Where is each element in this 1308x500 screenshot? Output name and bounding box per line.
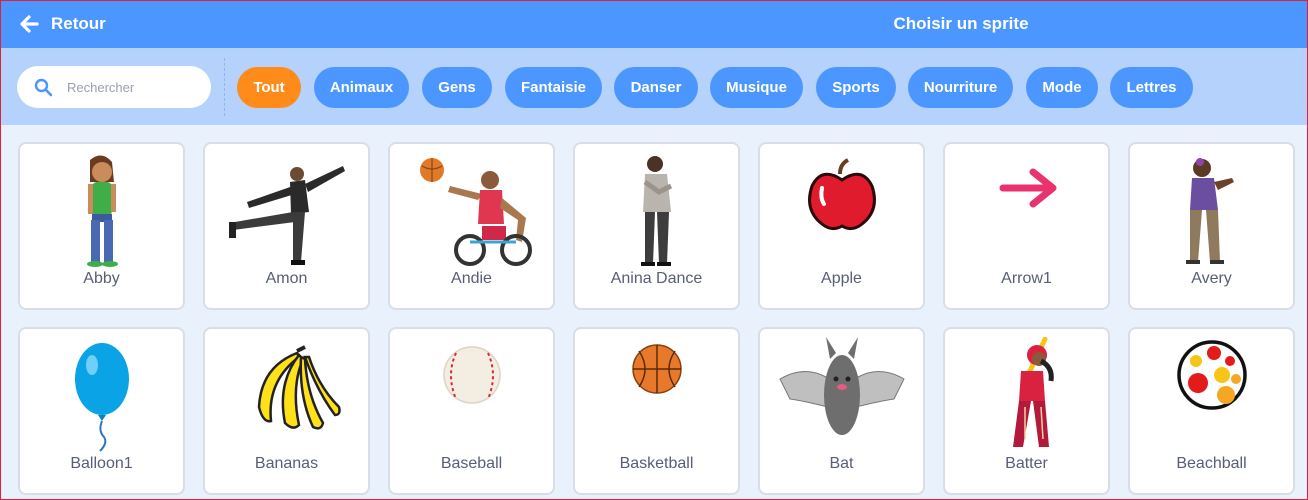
sprite-card-anina-dance[interactable]: Anina Dance xyxy=(573,142,740,310)
avery-sprite-icon xyxy=(1186,158,1234,264)
sprite-name: Balloon1 xyxy=(70,455,133,472)
sprite-card-abby[interactable]: Abby xyxy=(18,142,185,310)
tag-label: Tout xyxy=(253,79,285,96)
sprite-name: Baseball xyxy=(440,455,503,472)
tag-animaux[interactable]: Animaux xyxy=(314,67,409,108)
sprite-card-amon[interactable]: Amon xyxy=(203,142,370,310)
tag-label: Nourriture xyxy=(923,79,998,96)
sprite-card-bat[interactable]: Bat xyxy=(758,327,925,495)
sprite-name: Batter xyxy=(1005,455,1048,472)
search-icon xyxy=(34,78,53,97)
sprite-card-baseball[interactable]: Baseball xyxy=(388,327,555,495)
sprite-name: Andie xyxy=(451,270,492,287)
baseball-sprite-icon xyxy=(443,346,501,404)
sprite-name: Beachball xyxy=(1176,455,1247,472)
tag-tout[interactable]: Tout xyxy=(237,67,301,108)
sprite-card-andie[interactable]: Andie xyxy=(388,142,555,310)
tag-gens[interactable]: Gens xyxy=(422,67,492,108)
sprite-card-balloon1[interactable]: Balloon1 xyxy=(18,327,185,495)
tag-danser[interactable]: Danser xyxy=(614,67,698,108)
arrow-left-icon xyxy=(20,15,39,33)
tag-label: Animaux xyxy=(329,79,394,96)
sprite-card-bananas[interactable]: Bananas xyxy=(203,327,370,495)
basketball-sprite-icon xyxy=(632,344,682,394)
sprite-name: Basketball xyxy=(619,455,694,472)
tag-label: Fantaisie xyxy=(520,79,587,96)
tag-fantaisie[interactable]: Fantaisie xyxy=(505,67,602,108)
tag-label: Musique xyxy=(726,79,787,96)
tag-sports[interactable]: Sports xyxy=(816,67,896,108)
tag-label: Sports xyxy=(832,79,880,96)
sprite-name: Bat xyxy=(829,455,854,472)
search-box[interactable] xyxy=(17,66,211,108)
tag-lettres[interactable]: Lettres xyxy=(1110,67,1193,108)
sprite-name: Amon xyxy=(265,270,308,287)
sprite-card-basketball[interactable]: Basketball xyxy=(573,327,740,495)
back-button[interactable]: Retour xyxy=(19,12,106,36)
sprite-card-arrow1[interactable]: Arrow1 xyxy=(943,142,1110,310)
beachball-sprite-icon xyxy=(1177,340,1247,410)
abby-sprite-icon xyxy=(87,155,118,267)
sprite-card-beachball[interactable]: Beachball xyxy=(1128,327,1295,495)
tag-musique[interactable]: Musique xyxy=(710,67,803,108)
modal-title: Choisir un sprite xyxy=(893,14,1029,33)
modal-header: Retour Choisir un sprite xyxy=(1,1,1307,48)
tag-label: Danser xyxy=(630,79,682,96)
sprite-name: Arrow1 xyxy=(1001,270,1052,287)
tag-label: Lettres xyxy=(1126,79,1177,96)
sprite-name: Bananas xyxy=(254,455,319,472)
search-input[interactable] xyxy=(67,76,205,98)
tag-nourriture[interactable]: Nourriture xyxy=(908,67,1013,108)
balloon1-sprite-icon xyxy=(75,343,129,452)
apple-sprite-icon xyxy=(808,158,876,231)
sprite-card-apple[interactable]: Apple xyxy=(758,142,925,310)
back-label: Retour xyxy=(51,14,106,33)
sprite-card-batter[interactable]: Batter xyxy=(943,327,1110,495)
amon-sprite-icon xyxy=(229,166,345,265)
sprite-name: Avery xyxy=(1191,270,1232,287)
filter-bar: Tout Animaux Gens Fantaisie Danser Musiq… xyxy=(1,48,1307,125)
tag-mode[interactable]: Mode xyxy=(1026,67,1098,108)
anina-dance-sprite-icon xyxy=(641,156,673,266)
batter-sprite-icon xyxy=(1013,337,1054,447)
filter-divider xyxy=(224,58,225,116)
sprite-name: Abby xyxy=(83,270,120,287)
arrow1-sprite-icon xyxy=(999,168,1057,208)
tag-label: Mode xyxy=(1042,79,1082,96)
andie-sprite-icon xyxy=(420,158,532,266)
sprite-card-avery[interactable]: Avery xyxy=(1128,142,1295,310)
sprite-name: Apple xyxy=(821,270,862,287)
sprite-name: Anina Dance xyxy=(610,270,703,287)
bat-sprite-icon xyxy=(779,337,905,435)
bananas-sprite-icon xyxy=(257,345,341,430)
tag-label: Gens xyxy=(438,79,476,96)
